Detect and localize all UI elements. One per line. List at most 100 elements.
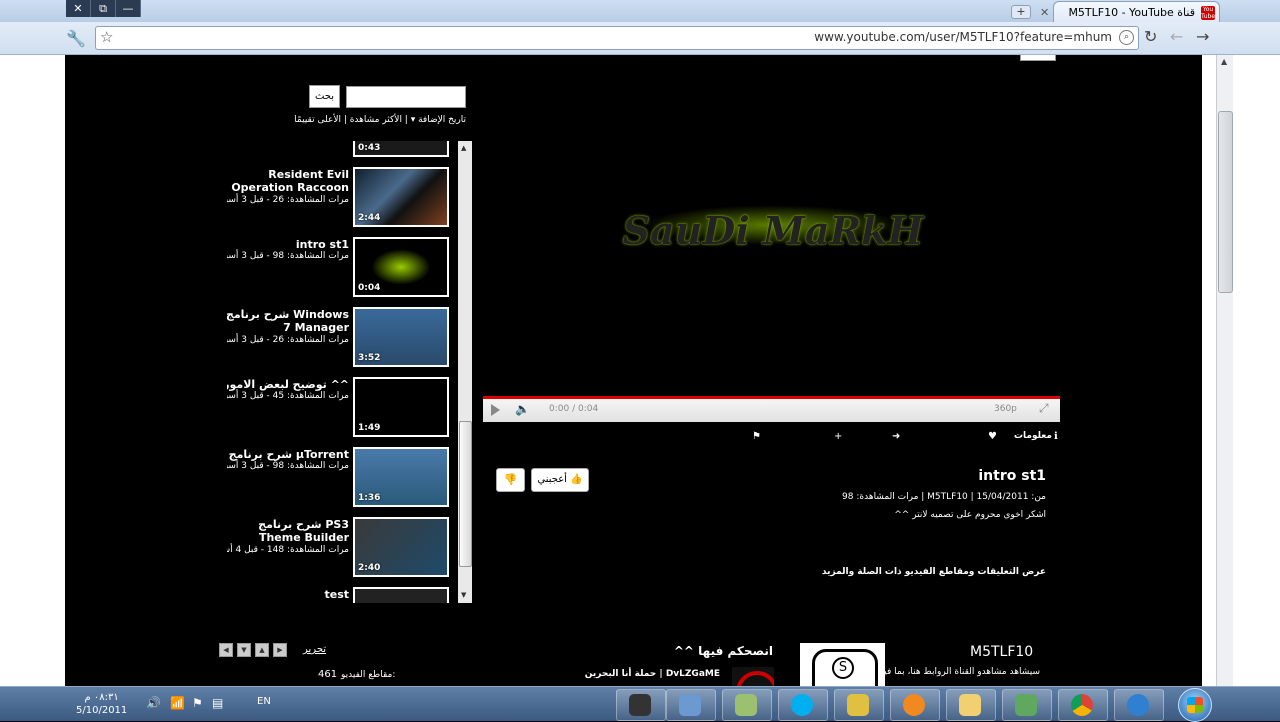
video-thumbnail[interactable]: 0:04	[353, 237, 449, 297]
video-thumbnail[interactable]: 2:40	[353, 517, 449, 577]
restore-window-button[interactable]: ⧉	[91, 0, 116, 17]
task-network[interactable]	[1002, 689, 1052, 721]
search-icon[interactable]: ⌕	[1119, 30, 1134, 45]
forward-icon[interactable]: →	[1196, 27, 1209, 46]
scroll-up-icon[interactable]: ▲	[1221, 57, 1227, 66]
task-folder[interactable]	[946, 689, 996, 721]
video-title[interactable]: test	[227, 588, 349, 601]
task-media[interactable]	[890, 689, 940, 721]
list-item[interactable]: 3:52 شرح برنامج Windows 7 Manager مرات ا…	[227, 307, 457, 367]
video-title[interactable]: شرح برنامج Windows 7 Manager	[227, 308, 349, 334]
address-bar[interactable]: ☆ www.youtube.com/user/M5TLF10?feature=m…	[95, 26, 1139, 50]
list-item[interactable]: test	[227, 587, 457, 603]
task-chrome[interactable]	[1058, 689, 1108, 721]
video-thumbnail[interactable]: 2:44	[353, 167, 449, 227]
sort-options[interactable]: تاريخ الإضافة ▾ | الأكثر مشاهدة | الأعلى…	[294, 115, 466, 125]
clock-time: ٠٨:٣١ م	[84, 692, 119, 703]
page-scrollbar[interactable]: ▲	[1216, 55, 1233, 686]
task-ie[interactable]	[1114, 689, 1164, 721]
channel-avatar[interactable]: S	[800, 643, 885, 686]
reload-icon[interactable]: ↻	[1144, 27, 1157, 46]
progress-bar[interactable]	[483, 396, 1060, 399]
bookmark-star-icon[interactable]: ☆	[100, 28, 113, 46]
list-item[interactable]: 2:44 Resident Evil Operation Raccoon مرا…	[227, 167, 457, 227]
language-indicator[interactable]: EN	[257, 696, 271, 707]
video-thumbnail[interactable]: 1:49	[353, 377, 449, 437]
task-camera[interactable]	[616, 689, 666, 721]
prev-icon[interactable]: ◀	[219, 643, 233, 657]
featured-title[interactable]: انصحكم فيها ^^	[674, 644, 773, 658]
scroll-up-icon[interactable]: ▲	[461, 144, 466, 152]
task-notes[interactable]	[722, 689, 772, 721]
video-title[interactable]: intro st1	[227, 238, 349, 251]
video-meta: مرات المشاهدة: 26 - قبل 3 أسبوع	[227, 335, 349, 345]
dropdown-icon[interactable]: ▼	[237, 643, 251, 657]
list-item[interactable]: 0:04 intro st1 مرات المشاهدة: 98 - قبل 3…	[227, 237, 457, 297]
start-button[interactable]	[1178, 688, 1212, 722]
volume-icon[interactable]: 🔈	[515, 402, 530, 416]
next-icon[interactable]: ▶	[273, 643, 287, 657]
task-remote[interactable]	[666, 689, 716, 721]
edit-link[interactable]: تحرير	[303, 644, 326, 655]
video-title[interactable]: شرح برنامج µTorrent	[227, 448, 349, 461]
list-item[interactable]: 2:40 شرح برنامج PS3 Theme Builder مرات ا…	[227, 517, 457, 577]
video-list-scrollbar-thumb[interactable]	[459, 421, 472, 567]
add-icon[interactable]: +	[834, 431, 842, 442]
task-pen[interactable]	[834, 689, 884, 721]
tab-close-icon[interactable]: ✕	[1040, 2, 1049, 23]
safely-remove-icon[interactable]: ▤	[212, 696, 223, 710]
new-tab-button[interactable]: +	[1011, 5, 1031, 19]
video-title[interactable]: توضيح لبعض الامور ^^	[227, 378, 349, 391]
search-button[interactable]: بحث	[309, 85, 340, 108]
info-icon: ℹ	[1054, 431, 1058, 442]
search-input[interactable]	[346, 86, 466, 108]
browser-tab[interactable]: ✕ قناة M5TLF10 - YouTube You Tube	[1040, 1, 1220, 23]
video-thumbnail[interactable]: 3:52	[353, 307, 449, 367]
quality-selector[interactable]: 360p	[994, 404, 1017, 414]
video-thumbnail[interactable]	[353, 587, 449, 603]
show-more-link[interactable]: عرض التعليقات ومقاطع الفيديو ذات الصلة و…	[822, 567, 1046, 577]
network-tray-icon[interactable]: 📶	[170, 696, 185, 710]
page-scrollbar-thumb[interactable]	[1218, 111, 1233, 293]
duration-badge: 1:36	[358, 493, 381, 503]
youtube-favicon-icon: You Tube	[1201, 6, 1216, 20]
tab-strip: ✕ ⧉ — + ✕ قناة M5TLF10 - YouTube You Tub…	[0, 0, 1280, 23]
duration-badge: 0:43	[358, 143, 381, 153]
wrench-icon[interactable]: 🔧	[66, 29, 86, 48]
action-center-icon[interactable]: ⚑	[192, 696, 203, 710]
up-icon[interactable]: ▲	[255, 643, 269, 657]
featured-meta[interactable]: DvLZGaME | حملة أنا البحرين	[585, 669, 720, 679]
scroll-down-icon[interactable]: ▼	[461, 591, 466, 599]
dislike-button[interactable]: 👎	[496, 468, 525, 492]
flag-icon[interactable]: ⚑	[752, 431, 761, 442]
list-item[interactable]: 1:49 توضيح لبعض الامور ^^ مرات المشاهدة:…	[227, 377, 457, 437]
video-player[interactable]: SauDi MaRkH	[483, 135, 1060, 397]
close-window-button[interactable]: ✕	[66, 0, 91, 17]
task-skype[interactable]	[778, 689, 828, 721]
video-thumbnail[interactable]: 1:36	[353, 447, 449, 507]
fullscreen-icon[interactable]: ⤢	[1039, 401, 1049, 416]
page-content: ▲ بحث تاريخ الإضافة ▾ | الأكثر مشاهدة | …	[0, 55, 1280, 686]
list-item[interactable]: 1:36 شرح برنامج µTorrent مرات المشاهدة: …	[227, 447, 457, 507]
list-item[interactable]: 0:43	[227, 141, 457, 157]
url-text[interactable]: www.youtube.com/user/M5TLF10?feature=mhu…	[814, 30, 1112, 44]
back-icon[interactable]: ←	[1170, 27, 1183, 46]
video-list-scrollbar[interactable]: ▲ ▼	[458, 141, 472, 603]
action-bar: ⚑ + ➜ ♥ معلومات ℹ	[740, 431, 1060, 447]
info-tab[interactable]: معلومات	[1014, 431, 1052, 441]
share-icon[interactable]: ➜	[892, 431, 900, 442]
featured-thumbnail[interactable]	[732, 667, 774, 686]
play-icon[interactable]	[491, 404, 500, 416]
video-title[interactable]: Resident Evil Operation Raccoon	[227, 168, 349, 194]
video-thumbnail[interactable]: 0:43	[353, 141, 449, 157]
taskbar-clock[interactable]: ٠٨:٣١ م 5/10/2011	[76, 691, 127, 717]
menu-tab[interactable]	[1020, 55, 1056, 61]
minimize-window-button[interactable]: —	[116, 0, 141, 17]
video-title[interactable]: شرح برنامج PS3 Theme Builder	[227, 518, 349, 544]
like-button[interactable]: أعجبني 👍	[531, 468, 589, 492]
favorite-icon[interactable]: ♥	[988, 431, 997, 442]
clock-date: 5/10/2011	[76, 705, 128, 716]
volume-tray-icon[interactable]: 🔊	[146, 696, 161, 710]
windows-logo-icon	[1187, 697, 1203, 713]
duration-badge: 2:40	[358, 563, 381, 573]
